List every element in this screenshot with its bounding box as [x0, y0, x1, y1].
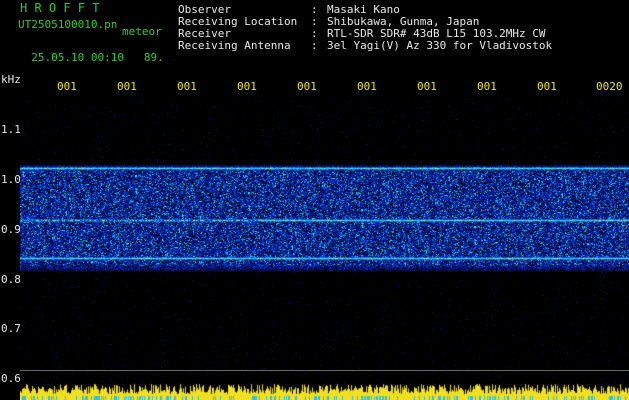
x-tick: 001: [417, 80, 437, 93]
meteor-count: 89.: [143, 51, 164, 64]
baseline-noise-strip: [20, 382, 629, 400]
x-tick: 001: [537, 80, 557, 93]
meteor-label: meteor: [122, 25, 162, 38]
date-time-count: 25.05.10 00:10 89.: [18, 40, 164, 64]
reference-line: [20, 370, 629, 371]
antenna-value: 3el Yagi(V) Az 330 for Vladivostok: [327, 39, 553, 52]
y-tick: 0.7: [1, 322, 21, 335]
y-tick: 0.9: [1, 223, 21, 236]
x-tick: 001: [57, 80, 77, 93]
y-axis-unit: kHz: [1, 73, 21, 86]
spectrogram: [20, 99, 629, 387]
date-time: 25.05.10 00:10: [31, 51, 124, 64]
colon: :: [311, 39, 318, 52]
x-tick: 001: [357, 80, 377, 93]
antenna-label: Receiving Antenna: [178, 39, 291, 52]
brand-title: H R O F F T: [20, 1, 100, 15]
y-tick: 1.1: [1, 123, 21, 136]
y-tick: 1.0: [1, 173, 21, 186]
x-tick: 001: [177, 80, 197, 93]
y-tick: 0.8: [1, 273, 21, 286]
y-tick: 0.6: [1, 372, 21, 385]
x-tick: 001: [237, 80, 257, 93]
x-tick: 001: [297, 80, 317, 93]
x-tick: 001: [477, 80, 497, 93]
x-tick: 0020: [596, 80, 623, 93]
filename: UT2505100010.pn: [18, 18, 118, 31]
x-tick: 001: [117, 80, 137, 93]
